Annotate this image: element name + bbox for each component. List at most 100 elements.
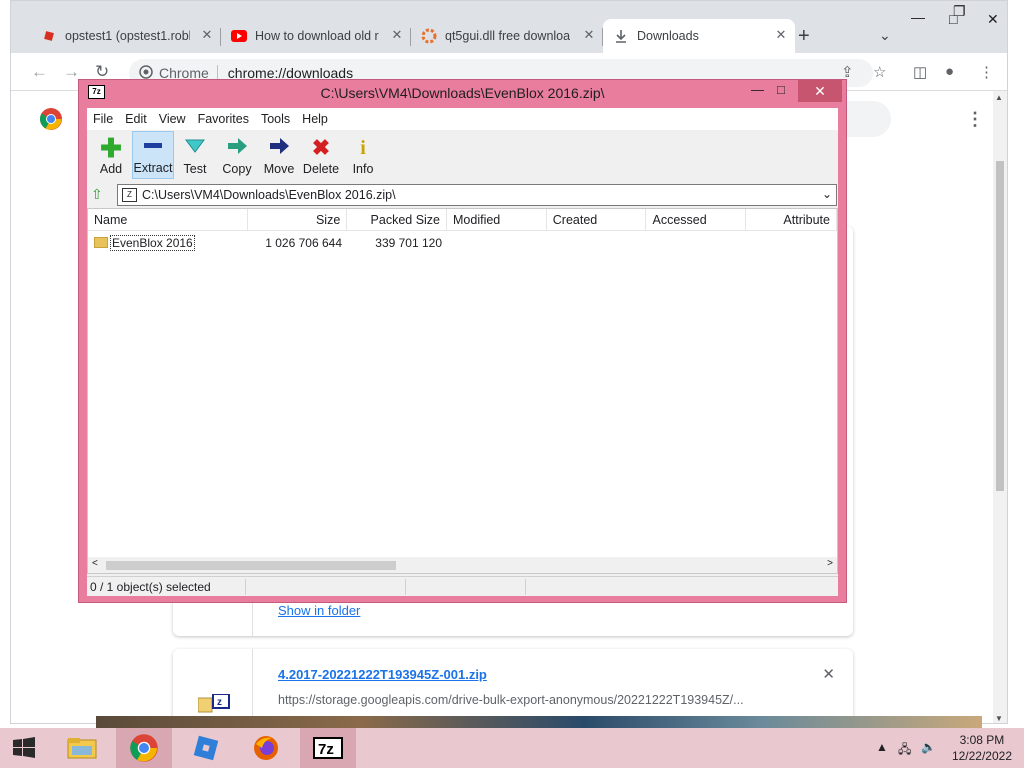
extract-button[interactable]: Extract: [132, 131, 174, 179]
info-button[interactable]: i Info: [342, 131, 384, 179]
maximize-icon[interactable]: □: [777, 82, 785, 97]
address-row: ⇧ Z C:\Users\VM4\Downloads\EvenBlox 2016…: [87, 184, 838, 206]
column-accessed[interactable]: Accessed: [646, 209, 747, 231]
test-button[interactable]: Test: [174, 131, 216, 179]
column-modified[interactable]: Modified: [447, 209, 547, 231]
firefox-icon[interactable]: [238, 728, 294, 768]
extract-label: Extract: [133, 161, 173, 175]
scroll-right-icon[interactable]: >: [827, 558, 833, 569]
volume-icon[interactable]: 🔈: [921, 740, 936, 754]
column-name[interactable]: Name: [88, 209, 248, 231]
close-tab-icon[interactable]: ✕: [199, 27, 215, 43]
menu-bar: File Edit View Favorites Tools Help: [87, 108, 838, 130]
horizontal-scrollbar[interactable]: < >: [88, 557, 837, 573]
close-window-icon[interactable]: ✕: [798, 80, 842, 102]
chrome-logo-icon: [39, 107, 63, 134]
tab-youtube[interactable]: How to download old r ✕: [221, 19, 411, 53]
bookmark-star-icon[interactable]: ☆: [873, 63, 886, 81]
close-tab-icon[interactable]: ✕: [773, 27, 789, 43]
chrome-menu-icon[interactable]: ⋮: [979, 63, 994, 81]
side-panel-icon[interactable]: ◫: [913, 63, 927, 81]
folder-icon: [94, 237, 108, 248]
system-clock[interactable]: 3:08 PM 12/22/2022: [952, 732, 1012, 764]
tab-dll[interactable]: qt5gui.dll free downloa ✕: [411, 19, 603, 53]
new-tab-button[interactable]: +: [798, 25, 810, 48]
download-filename-link[interactable]: 4.2017-20221222T193945Z-001.zip: [278, 667, 487, 682]
menu-view[interactable]: View: [159, 112, 186, 126]
download-source-url: https://storage.googleapis.com/drive-bul…: [278, 693, 744, 707]
copy-button[interactable]: Copy: [216, 131, 258, 179]
tab-roblox[interactable]: opstest1 (opstest1.roblc ✕: [31, 19, 221, 53]
chevron-down-icon[interactable]: ⌄: [822, 187, 832, 201]
show-in-folder-link[interactable]: Show in folder: [278, 603, 360, 618]
7zip-icon[interactable]: 7z: [300, 728, 356, 768]
close-window-icon[interactable]: ✕: [987, 11, 999, 28]
delete-button[interactable]: ✖ Delete: [300, 131, 342, 179]
copy-icon: [226, 136, 248, 162]
info-label: Info: [352, 162, 374, 176]
downloads-menu-icon[interactable]: ⋮: [966, 109, 984, 130]
column-attributes[interactable]: Attribute: [746, 209, 837, 231]
list-header: Name Size Packed Size Modified Created A…: [88, 209, 837, 231]
delete-label: Delete: [302, 162, 340, 176]
menu-edit[interactable]: Edit: [125, 112, 147, 126]
info-icon: i: [360, 137, 366, 159]
menu-tools[interactable]: Tools: [261, 112, 290, 126]
tab-downloads[interactable]: Downloads ✕: [603, 19, 795, 53]
move-button[interactable]: Move: [258, 131, 300, 179]
taskbar: 7z ▲ 🖧 🔈 3:08 PM 12/22/2022: [0, 728, 1024, 768]
remove-download-icon[interactable]: ✕: [822, 665, 835, 683]
column-created[interactable]: Created: [547, 209, 647, 231]
show-hidden-icons-chevron-icon[interactable]: ▲: [876, 740, 888, 754]
close-tab-icon[interactable]: ✕: [581, 27, 597, 43]
path-text: C:\Users\VM4\Downloads\EvenBlox 2016.zip…: [142, 188, 396, 202]
move-label: Move: [263, 162, 295, 176]
roblox-studio-icon[interactable]: [178, 728, 234, 768]
7zip-titlebar[interactable]: 7z C:\Users\VM4\Downloads\EvenBlox 2016.…: [79, 80, 846, 106]
menu-favorites[interactable]: Favorites: [198, 112, 249, 126]
svg-text:z: z: [217, 697, 222, 708]
chrome-icon[interactable]: [116, 728, 172, 768]
maximize-window-icon[interactable]: □: [949, 11, 957, 27]
scrollbar-thumb[interactable]: [996, 161, 1004, 491]
status-bar: 0 / 1 object(s) selected: [87, 576, 838, 596]
menu-help[interactable]: Help: [302, 112, 328, 126]
window-title: C:\Users\VM4\Downloads\EvenBlox 2016.zip…: [320, 85, 605, 101]
scroll-down-icon[interactable]: ▼: [995, 714, 1003, 723]
dll-site-icon: [421, 28, 437, 44]
close-tab-icon[interactable]: ✕: [389, 27, 405, 43]
page-scrollbar[interactable]: ▲ ▼: [993, 91, 1007, 723]
row-packed-size: 339 701 120: [375, 236, 442, 250]
copy-label: Copy: [222, 162, 252, 176]
7zip-toolbar: ✚ Add Extract Test Copy Move ✖ Delete i …: [87, 131, 838, 181]
up-folder-icon[interactable]: ⇧: [91, 186, 109, 204]
column-packed-size[interactable]: Packed Size: [347, 209, 448, 231]
svg-text:7z: 7z: [318, 741, 334, 758]
minimize-window-icon[interactable]: —: [911, 9, 925, 25]
scrollbar-thumb[interactable]: [106, 561, 396, 570]
back-arrow-icon[interactable]: ←: [31, 62, 48, 82]
7zip-window: 7z C:\Users\VM4\Downloads\EvenBlox 2016.…: [78, 79, 847, 603]
tab-title: qt5gui.dll free downloa: [445, 29, 570, 43]
column-size[interactable]: Size: [248, 209, 348, 231]
tab-title: opstest1 (opstest1.roblc: [65, 29, 190, 43]
archive-icon: Z: [122, 188, 137, 202]
network-icon[interactable]: 🖧: [898, 740, 911, 761]
row-name-cell: EvenBlox 2016: [88, 233, 248, 253]
scroll-up-icon[interactable]: ▲: [995, 93, 1003, 102]
file-explorer-icon[interactable]: [54, 728, 110, 768]
path-combobox[interactable]: Z C:\Users\VM4\Downloads\EvenBlox 2016.z…: [117, 184, 837, 206]
tab-strip: opstest1 (opstest1.roblc ✕ How to downlo…: [11, 1, 1007, 53]
menu-file[interactable]: File: [93, 112, 113, 126]
minimize-icon[interactable]: —: [751, 82, 764, 97]
test-label: Test: [183, 162, 207, 176]
row-name: EvenBlox 2016: [110, 235, 195, 251]
scroll-left-icon[interactable]: <: [92, 558, 98, 569]
tab-search-chevron-icon[interactable]: ⌄: [879, 27, 891, 44]
tab-title: Downloads: [637, 29, 699, 43]
add-button[interactable]: ✚ Add: [90, 131, 132, 179]
profile-avatar-icon[interactable]: ●: [945, 63, 954, 80]
start-button[interactable]: [0, 728, 48, 768]
file-list[interactable]: Name Size Packed Size Modified Created A…: [87, 208, 838, 574]
table-row[interactable]: EvenBlox 2016 1 026 706 644 339 701 120: [88, 233, 837, 253]
